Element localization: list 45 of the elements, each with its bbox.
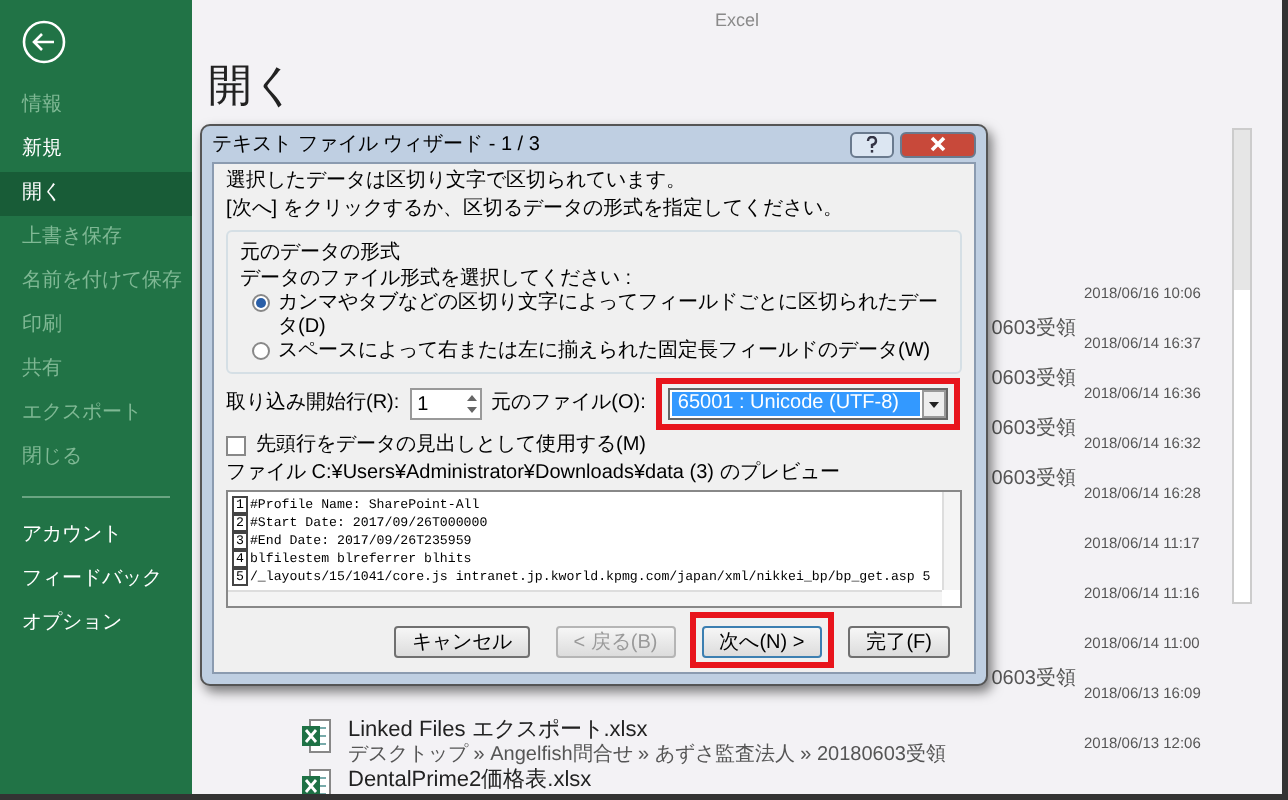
file-name[interactable]: DentalPrime2価格表.xlsx [348,768,1076,794]
app-title: Excel [714,10,759,30]
file-path: 0603受領 [991,418,1076,442]
radio-label[interactable]: カンマやタブなどの区切り文字によってフィールドごとに区切られたデータ(D) [278,292,948,340]
file-path: 0603受領 [991,668,1076,692]
file-path: デスクトップ » Angelfish問合せ » あずさ監査法人 » 20180603受領 [348,744,948,768]
spin-arrows-icon[interactable] [463,390,480,418]
encoding-dropdown[interactable]: 65001 : Unicode (UTF-8) [667,388,948,420]
instruction-text: 選択したデータは区切り文字で区切られています。 [226,170,688,194]
sidebar-item[interactable]: フィードバック [0,558,192,602]
scrollbar[interactable] [942,492,960,590]
checkbox-label[interactable]: 先頭行をデータの見出しとして使用する(M) [256,434,646,458]
dialog-button[interactable]: 完了(F) [848,626,950,658]
file-path: 0603受領 [991,368,1076,392]
scrollbar[interactable] [1232,128,1252,604]
start-row-spinbox[interactable]: 1 [409,388,482,420]
dialog-button[interactable]: 次へ(N) > [701,626,823,658]
help-icon [866,135,878,153]
sidebar-item[interactable]: オプション [0,602,192,646]
radio-label[interactable]: スペースによって右または左に揃えられた固定長フィールドのデータ(W) [278,340,931,364]
spreadsheet-file-icon [300,718,332,754]
spreadsheet-file-icon [300,768,332,794]
group-legend: 元のデータの形式 [240,242,400,266]
start-row-label: 取り込み開始行(R): [226,392,400,416]
help-button[interactable] [850,131,894,157]
preview-label: ファイル C:¥Users¥Administrator¥Downloads¥data (3) のプレビュー [226,462,842,486]
page-heading: 開く [208,58,298,114]
sidebar-item[interactable]: 新規 [0,128,192,172]
dialog-title: テキスト ファイル ウィザード - 1 / 3 [212,132,542,158]
close-icon [930,136,946,152]
caret-icon [921,390,946,418]
scrollbar[interactable] [228,590,942,606]
source-file-label: 元のファイル(O): [491,392,646,416]
checkbox[interactable] [226,436,246,456]
sidebar-item[interactable]: アカウント [0,514,192,558]
file-path: 0603受領 [991,468,1076,492]
group-prompt: データのファイル形式を選択してください : [240,268,634,291]
instruction-text: [次へ] をクリックするか、区切るデータの形式を指定してください。 [226,198,845,222]
radio-button[interactable] [252,342,270,360]
file-path: 0603受領 [991,318,1076,342]
file-name[interactable]: Linked Files エクスポート.xlsx [348,718,1076,744]
radio-button[interactable] [252,294,270,312]
sidebar-item[interactable]: 開く [0,172,192,216]
close-button[interactable] [900,131,976,157]
dialog-button[interactable]: キャンセル [393,626,530,658]
